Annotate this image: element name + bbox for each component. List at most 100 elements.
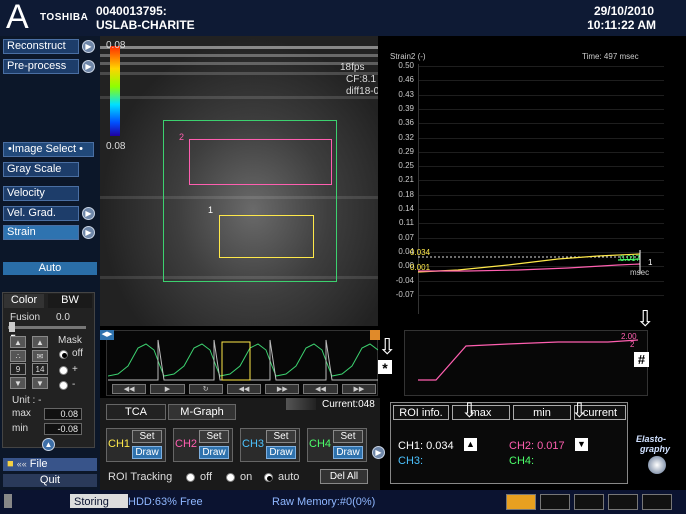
status-slot-2[interactable] [540, 494, 570, 510]
first-frame-icon[interactable]: ◀◀ [303, 384, 338, 394]
ch4-label: CH4 [309, 438, 332, 450]
y-tick-label: 0.29 [398, 146, 414, 156]
roi-2-label: 2 [179, 132, 185, 142]
color-scale-bar [110, 46, 120, 136]
folder-icon: ■ [7, 458, 14, 470]
file-button[interactable]: ■ «« File [3, 458, 97, 471]
bullet-icon: • [76, 143, 83, 155]
status-slot-5[interactable] [642, 494, 672, 510]
status-slot-4[interactable] [608, 494, 638, 510]
app-logo: A [6, 0, 29, 36]
tab-bw[interactable]: BW [48, 294, 92, 308]
strain-arrow-icon[interactable]: ▶ [82, 226, 95, 239]
prev-frame-icon[interactable]: ◀◀ [226, 384, 262, 394]
ch1-draw-button[interactable]: Draw [132, 446, 162, 459]
document-icon[interactable] [506, 494, 536, 510]
rewind-icon[interactable]: ◀◀ [112, 384, 147, 394]
image-select-button[interactable]: •Image Select • [3, 142, 94, 157]
ch3-draw-button[interactable]: Draw [266, 446, 296, 459]
status-slot-3[interactable] [574, 494, 604, 510]
loop-icon[interactable]: ↻ [188, 384, 223, 394]
cf-label: CF:8.1 [346, 74, 377, 85]
velocity-button[interactable]: Velocity [3, 186, 79, 201]
ch3-set-button[interactable]: Set [266, 430, 296, 443]
down-right-icon[interactable]: ▼ [32, 377, 48, 389]
header-bar: A TOSHIBA 0040013795: USLAB-CHARITE 29/1… [0, 0, 686, 36]
dots-icon[interactable]: ∴ [10, 350, 26, 362]
waveform-trace [108, 339, 378, 381]
m-graph-marker: 2 [630, 340, 635, 349]
mask-minus-radio[interactable] [59, 381, 68, 390]
ch4-draw-button[interactable]: Draw [333, 446, 363, 459]
tab-roi-info[interactable]: ROI info. [393, 405, 449, 420]
reconstruct-arrow-icon[interactable]: ▶ [82, 40, 95, 53]
number-a: 9 [10, 363, 26, 375]
annotation-0034: 0.034 [410, 248, 431, 257]
annotation-0001: 0.001 [410, 263, 431, 272]
gray-scale-button[interactable]: Gray Scale [3, 162, 79, 177]
mask-off-label: off [72, 348, 83, 359]
mask-minus-label: - [72, 379, 76, 390]
tab-m-graph[interactable]: M-Graph [168, 404, 236, 420]
channel-next-icon[interactable]: ▶ [372, 446, 385, 459]
vel-grad-arrow-icon[interactable]: ▶ [82, 207, 95, 220]
tab-tca[interactable]: TCA [106, 404, 166, 420]
tracking-off-label: off [200, 471, 213, 483]
tracking-on-radio[interactable] [226, 473, 235, 482]
roi-2-box[interactable] [189, 139, 332, 185]
y-tick-label: 0.25 [398, 161, 414, 171]
last-frame-icon[interactable]: ▶▶ [341, 384, 376, 394]
m-graph-trace [418, 339, 639, 381]
triangle-down-icon: ▼ [575, 438, 588, 451]
mask-up-right-icon[interactable]: ▲ [32, 336, 48, 348]
y-tick-label: 0.14 [398, 204, 414, 213]
down-left-icon[interactable]: ▼ [10, 377, 26, 389]
ch2-set-button[interactable]: Set [199, 430, 229, 443]
ch2-draw-button[interactable]: Draw [199, 446, 229, 459]
del-all-button[interactable]: Del All [320, 469, 368, 484]
y-tick-label: 0.00 [398, 261, 414, 271]
ch1-label: CH1 [108, 438, 131, 450]
vel-grad-button[interactable]: Vel. Grad. [3, 206, 79, 221]
slider-grip-icon[interactable] [286, 398, 316, 410]
strain-button[interactable]: Strain [3, 225, 79, 240]
fusion-value: 0.0 [56, 312, 70, 323]
min-value-field[interactable]: -0.08 [44, 423, 82, 435]
tracking-auto-radio[interactable] [264, 473, 273, 482]
next-frame-icon[interactable]: ▶▶ [265, 384, 300, 394]
status-handle-icon [4, 494, 12, 508]
preprocess-arrow-icon[interactable]: ▶ [82, 60, 95, 73]
max-value-field[interactable]: 0.08 [44, 408, 82, 420]
mask-plus-radio[interactable] [59, 366, 68, 375]
raw-memory-status: Raw Memory:#0(0%) [272, 496, 376, 508]
fusion-slider[interactable] [8, 326, 86, 329]
tab-color[interactable]: Color [4, 294, 44, 308]
down-arrow-icon: ⇩ [636, 306, 655, 331]
preprocess-button[interactable]: Pre-process [3, 59, 79, 74]
tracking-on-label: on [240, 471, 253, 483]
storing-label: Storing [74, 496, 109, 508]
ch4-set-button[interactable]: Set [333, 430, 363, 443]
reconstruct-button[interactable]: Reconstruct [3, 39, 79, 54]
image-select-label: Image Select [11, 143, 77, 155]
mask-off-radio[interactable] [59, 350, 68, 359]
roi-1-box[interactable] [219, 215, 314, 258]
tracking-auto-label: auto [278, 471, 300, 483]
auto-button[interactable]: Auto [3, 262, 97, 275]
tracking-off-radio[interactable] [186, 473, 195, 482]
play-icon[interactable]: ▶ [150, 384, 185, 394]
scale-top-label: 0.08 [106, 40, 126, 51]
y-tick-label: 0.32 [398, 132, 414, 142]
y-tick-label: 0.07 [398, 232, 414, 242]
ch1-set-button[interactable]: Set [132, 430, 162, 443]
mask-up-left-icon[interactable]: ▲ [10, 336, 26, 348]
down-arrow-icon: ⇩ [571, 400, 588, 422]
envelope-icon[interactable]: ✉ [32, 350, 48, 362]
collapse-up-icon[interactable]: ▲ [42, 438, 55, 451]
y-tick-label: 0.39 [398, 103, 414, 113]
down-arrow-icon: ⇩ [461, 400, 478, 422]
tab-min[interactable]: min [513, 405, 571, 420]
mask-label: Mask [58, 335, 82, 346]
quit-button[interactable]: Quit [3, 474, 97, 487]
roi-1-label: 1 [208, 205, 214, 215]
